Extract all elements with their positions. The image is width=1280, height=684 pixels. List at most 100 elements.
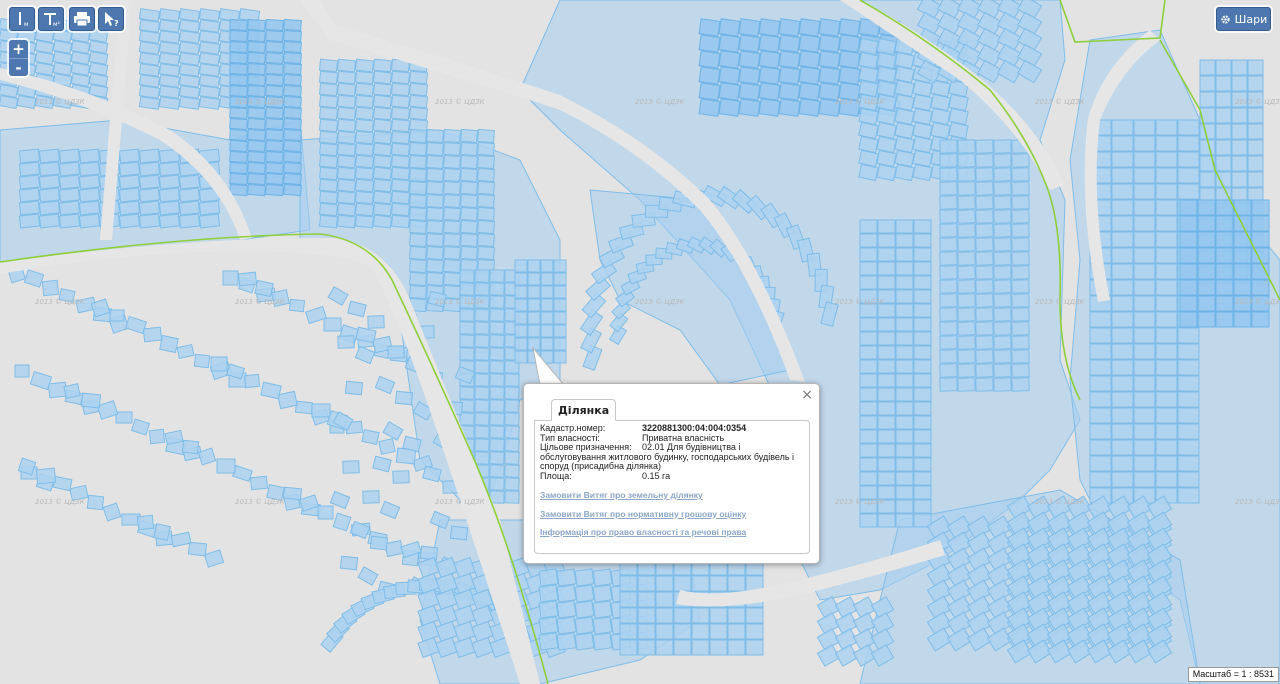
land-parcel[interactable] bbox=[1197, 279, 1216, 296]
land-parcel[interactable] bbox=[372, 70, 393, 85]
land-parcel[interactable] bbox=[193, 353, 211, 369]
land-parcel[interactable] bbox=[318, 94, 339, 109]
land-parcel[interactable] bbox=[78, 148, 101, 164]
land-parcel[interactable] bbox=[504, 464, 520, 478]
land-parcel[interactable] bbox=[1011, 335, 1030, 350]
land-parcel[interactable] bbox=[1155, 439, 1178, 456]
land-parcel[interactable] bbox=[1011, 349, 1030, 364]
land-parcel[interactable] bbox=[318, 178, 339, 193]
land-parcel[interactable] bbox=[1177, 423, 1200, 440]
land-parcel[interactable] bbox=[1197, 247, 1216, 264]
land-parcel[interactable] bbox=[489, 464, 505, 478]
land-parcel[interactable] bbox=[895, 513, 914, 528]
land-parcel[interactable] bbox=[1231, 75, 1248, 92]
land-parcel[interactable] bbox=[957, 363, 976, 378]
land-parcel[interactable] bbox=[913, 359, 932, 374]
land-parcel[interactable] bbox=[118, 148, 141, 164]
layers-button[interactable]: Шари bbox=[1216, 7, 1271, 31]
land-parcel[interactable] bbox=[738, 82, 761, 101]
land-parcel[interactable] bbox=[718, 66, 741, 85]
land-parcel[interactable] bbox=[876, 163, 897, 182]
land-parcel[interactable] bbox=[1233, 247, 1252, 264]
land-parcel[interactable] bbox=[1089, 455, 1112, 472]
land-parcel[interactable] bbox=[1111, 135, 1134, 152]
land-parcel[interactable] bbox=[1215, 295, 1234, 312]
land-parcel[interactable] bbox=[1215, 139, 1232, 156]
land-parcel[interactable] bbox=[369, 535, 389, 551]
land-parcel[interactable] bbox=[282, 486, 303, 501]
land-parcel[interactable] bbox=[390, 166, 411, 181]
land-parcel[interactable] bbox=[913, 233, 932, 248]
land-parcel[interactable] bbox=[939, 293, 958, 308]
land-parcel[interactable] bbox=[778, 50, 801, 69]
land-parcel[interactable] bbox=[443, 245, 461, 261]
land-parcel[interactable] bbox=[198, 52, 221, 66]
land-parcel[interactable] bbox=[859, 261, 878, 276]
land-parcel[interactable] bbox=[1011, 279, 1030, 294]
land-parcel[interactable] bbox=[459, 308, 475, 322]
land-parcel[interactable] bbox=[489, 425, 505, 439]
land-parcel[interactable] bbox=[895, 401, 914, 416]
land-parcel[interactable] bbox=[158, 85, 181, 99]
land-parcel[interactable] bbox=[877, 415, 896, 430]
land-parcel[interactable] bbox=[443, 167, 461, 183]
land-parcel[interactable] bbox=[1179, 215, 1198, 232]
land-parcel[interactable] bbox=[354, 142, 375, 157]
land-parcel[interactable] bbox=[390, 178, 411, 193]
land-parcel[interactable] bbox=[1215, 91, 1232, 108]
land-parcel[interactable] bbox=[489, 399, 505, 413]
land-parcel[interactable] bbox=[158, 8, 181, 22]
land-parcel[interactable] bbox=[957, 349, 976, 364]
land-parcel[interactable] bbox=[859, 275, 878, 290]
land-parcel[interactable] bbox=[390, 70, 411, 85]
land-parcel[interactable] bbox=[178, 8, 201, 22]
land-parcel[interactable] bbox=[540, 298, 554, 312]
land-parcel[interactable] bbox=[372, 82, 393, 97]
land-parcel[interactable] bbox=[318, 130, 339, 145]
land-parcel[interactable] bbox=[265, 117, 284, 131]
land-parcel[interactable] bbox=[939, 307, 958, 322]
land-parcel[interactable] bbox=[975, 279, 994, 294]
land-parcel[interactable] bbox=[975, 153, 994, 168]
land-parcel[interactable] bbox=[443, 219, 461, 235]
land-parcel[interactable] bbox=[993, 251, 1012, 266]
land-parcel[interactable] bbox=[181, 439, 200, 455]
land-parcel[interactable] bbox=[378, 438, 396, 455]
land-parcel[interactable] bbox=[354, 202, 375, 217]
land-parcel[interactable] bbox=[993, 153, 1012, 168]
land-parcel[interactable] bbox=[1155, 311, 1178, 328]
land-parcel[interactable] bbox=[390, 142, 411, 157]
land-parcel[interactable] bbox=[158, 161, 181, 177]
land-parcel[interactable] bbox=[354, 70, 375, 85]
land-parcel[interactable] bbox=[957, 335, 976, 350]
land-parcel[interactable] bbox=[178, 30, 201, 44]
land-parcel[interactable] bbox=[798, 50, 821, 69]
land-parcel[interactable] bbox=[443, 154, 461, 170]
land-parcel[interactable] bbox=[1111, 439, 1134, 456]
land-parcel[interactable] bbox=[975, 265, 994, 280]
land-parcel[interactable] bbox=[336, 94, 357, 109]
land-parcel[interactable] bbox=[409, 284, 427, 300]
land-parcel[interactable] bbox=[158, 74, 181, 88]
land-parcel[interactable] bbox=[939, 139, 958, 154]
land-parcel[interactable] bbox=[975, 167, 994, 182]
land-parcel[interactable] bbox=[939, 209, 958, 224]
land-parcel[interactable] bbox=[265, 18, 284, 32]
land-parcel[interactable] bbox=[514, 272, 528, 286]
land-parcel[interactable] bbox=[673, 623, 692, 640]
land-parcel[interactable] bbox=[443, 232, 461, 248]
land-parcel[interactable] bbox=[553, 311, 567, 325]
land-parcel[interactable] bbox=[655, 623, 674, 640]
land-parcel[interactable] bbox=[362, 490, 380, 504]
land-parcel[interactable] bbox=[198, 19, 221, 33]
land-parcel[interactable] bbox=[556, 600, 577, 619]
land-parcel[interactable] bbox=[1133, 327, 1156, 344]
land-parcel[interactable] bbox=[489, 347, 505, 361]
land-parcel[interactable] bbox=[138, 19, 161, 33]
land-parcel[interactable] bbox=[198, 74, 221, 88]
land-parcel[interactable] bbox=[178, 63, 201, 77]
land-parcel[interactable] bbox=[1155, 375, 1178, 392]
land-parcel[interactable] bbox=[975, 377, 994, 392]
land-parcel[interactable] bbox=[489, 321, 505, 335]
land-parcel[interactable] bbox=[1177, 327, 1200, 344]
